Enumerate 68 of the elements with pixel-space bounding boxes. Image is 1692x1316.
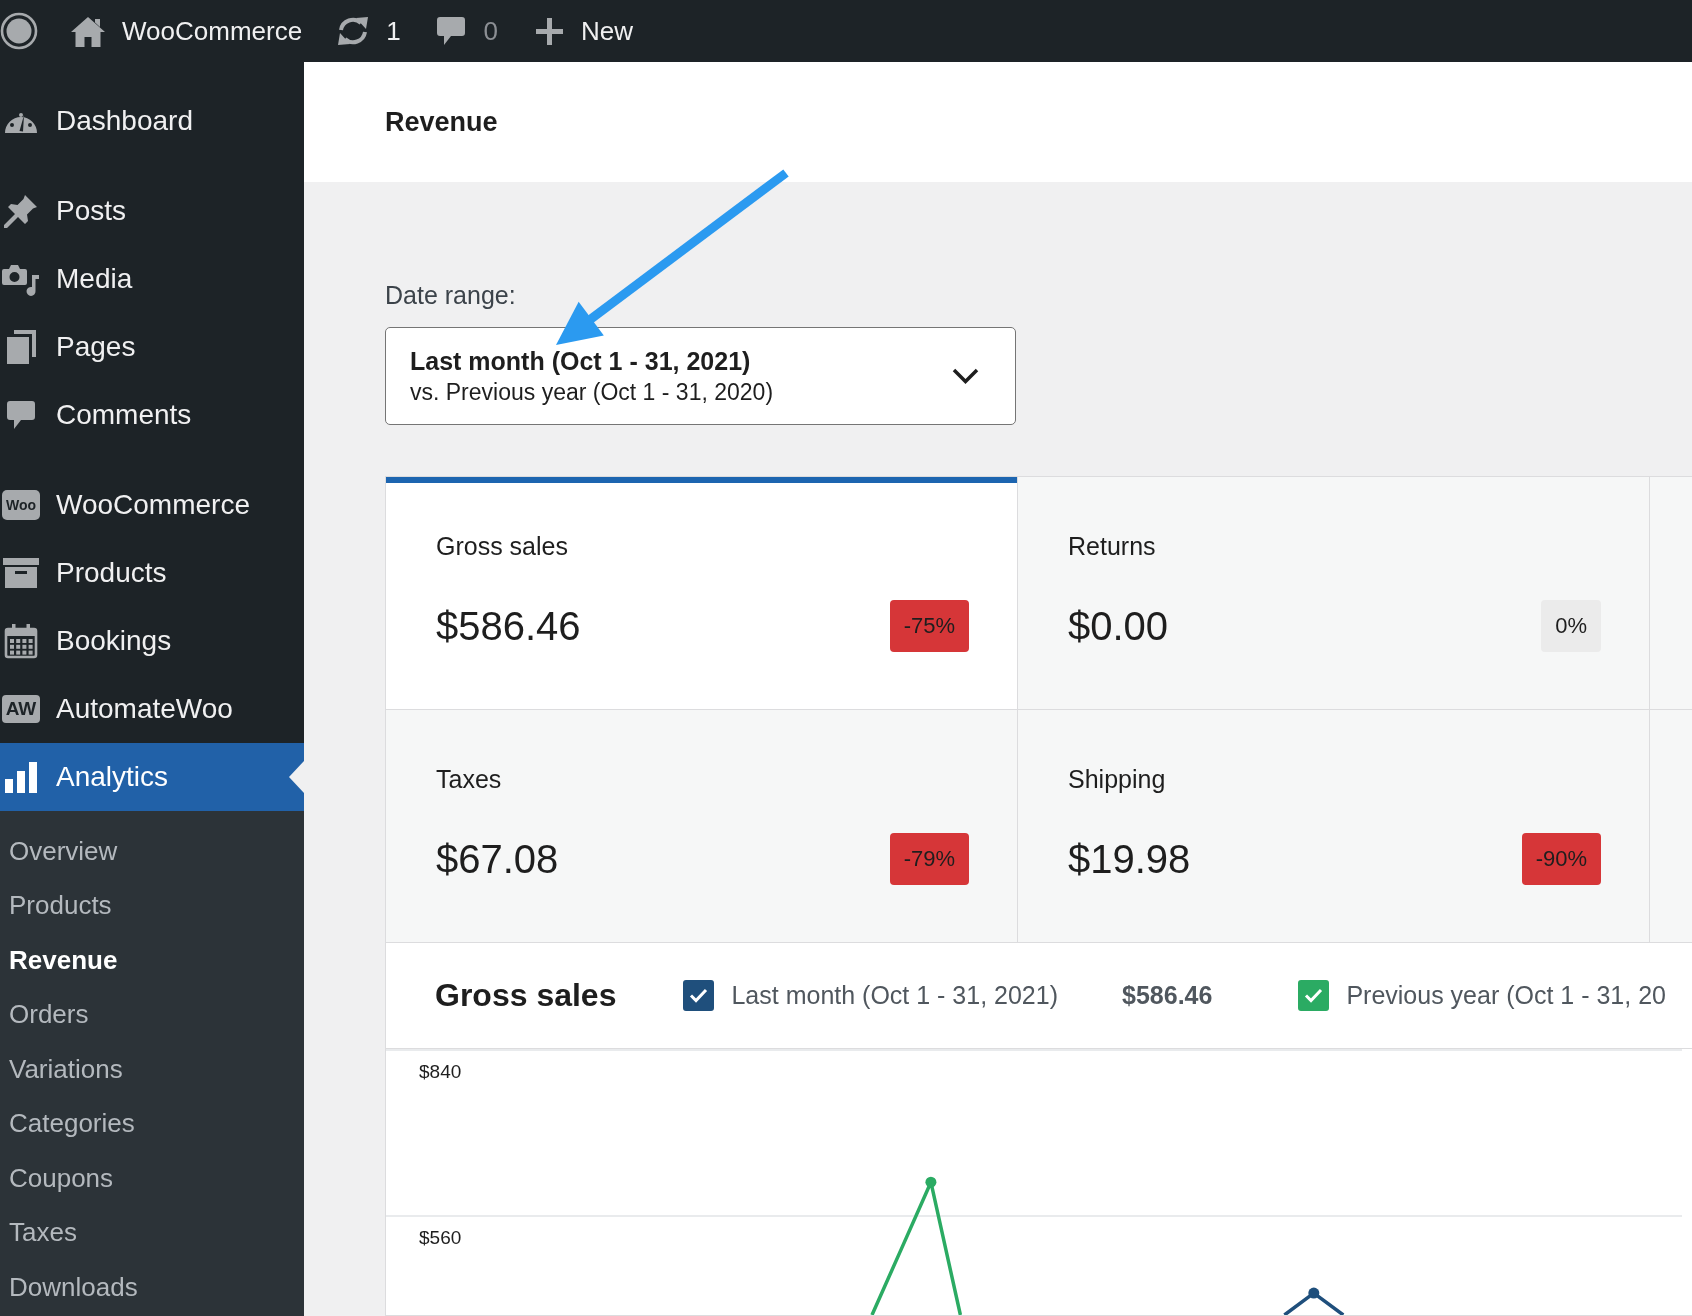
menu-item[interactable]: Products bbox=[0, 539, 304, 607]
logo-icon[interactable] bbox=[0, 12, 38, 50]
pages-icon bbox=[4, 329, 38, 365]
change-badge: -79% bbox=[889, 833, 969, 885]
updates-link[interactable]: 1 bbox=[336, 11, 401, 51]
metric-value: $19.98 bbox=[1068, 836, 1191, 883]
legend-label: Previous year (Oct 1 - 31, 20 bbox=[1346, 981, 1666, 1010]
menu-item[interactable]: Pages bbox=[0, 313, 304, 381]
submenu-item[interactable]: Orders bbox=[0, 987, 304, 1042]
checkbox[interactable] bbox=[683, 980, 715, 1011]
archive-box-icon bbox=[3, 558, 39, 588]
submenu-item[interactable]: Products bbox=[0, 878, 304, 933]
metric-card[interactable]: Returns $0.00 0% bbox=[1018, 477, 1649, 709]
checkmark-icon bbox=[1304, 988, 1324, 1003]
chart-title: Gross sales bbox=[435, 977, 617, 1014]
change-badge: -75% bbox=[889, 600, 969, 652]
home-icon bbox=[71, 15, 105, 47]
page-title: Revenue bbox=[385, 106, 498, 138]
submenu-item[interactable]: Coupons bbox=[0, 1151, 304, 1206]
metric-value: $0.00 bbox=[1068, 603, 1169, 650]
metric-card[interactable]: Gross sales $586.46 -75% bbox=[386, 477, 1017, 709]
pushpin-icon bbox=[3, 193, 39, 229]
metric-label: Returns bbox=[1068, 531, 1156, 561]
comments-link[interactable]: 0 bbox=[435, 11, 499, 51]
metric-label: Gross sales bbox=[436, 531, 568, 561]
refresh-icon bbox=[336, 16, 371, 46]
menu-item[interactable]: Comments bbox=[0, 381, 304, 449]
submenu-item[interactable]: Categories bbox=[0, 1096, 304, 1151]
metric-value: $586.46 bbox=[436, 603, 581, 650]
date-range-dropdown[interactable]: Last month (Oct 1 - 31, 2021) vs. Previous year (Oct 1 - 31, 2020) bbox=[385, 327, 1016, 425]
submenu-item[interactable]: Variations bbox=[0, 1042, 304, 1097]
chevron-down-icon bbox=[952, 368, 979, 384]
aw-logo-icon: AW bbox=[2, 695, 40, 723]
speech-bubble-icon bbox=[6, 400, 36, 430]
menu-item[interactable]: Posts bbox=[0, 177, 304, 245]
data-point[interactable] bbox=[1308, 1287, 1320, 1299]
menu-item[interactable]: AW AutomateWoo bbox=[0, 675, 304, 743]
menu-item[interactable]: Woo WooCommerce bbox=[0, 471, 304, 539]
menu-pointer-icon bbox=[289, 761, 304, 793]
speech-bubble-icon bbox=[435, 16, 466, 46]
metric-label: Taxes bbox=[436, 764, 502, 794]
calendar-icon bbox=[4, 623, 38, 659]
metric-label: Shipping bbox=[1068, 764, 1166, 794]
menu-item[interactable]: Dashboard bbox=[0, 87, 304, 155]
plus-icon bbox=[536, 17, 564, 45]
y-tick-label: $560 bbox=[419, 1227, 462, 1248]
new-link[interactable]: New bbox=[536, 11, 634, 51]
y-tick-label: $840 bbox=[419, 1060, 462, 1082]
checkmark-icon bbox=[689, 988, 709, 1003]
site-link[interactable]: WooCommerce bbox=[71, 11, 303, 51]
bar-chart-icon bbox=[4, 761, 38, 793]
woo-logo-icon: Woo bbox=[2, 490, 40, 520]
submenu-item[interactable]: Downloads bbox=[0, 1260, 304, 1315]
metric-card[interactable]: Taxes $67.08 -79% bbox=[386, 710, 1017, 942]
change-badge: 0% bbox=[1541, 600, 1601, 652]
metric-value: $67.08 bbox=[436, 836, 559, 883]
menu-item[interactable]: Media bbox=[0, 245, 304, 313]
menu-item[interactable]: Analytics bbox=[0, 743, 304, 811]
legend-label: Last month (Oct 1 - 31, 2021) bbox=[731, 981, 1058, 1010]
submenu-item[interactable]: Revenue bbox=[0, 933, 304, 988]
metric-card[interactable]: Shipping $19.98 -90% bbox=[1018, 710, 1649, 942]
change-badge: -90% bbox=[1521, 833, 1601, 885]
field-label: Date range: bbox=[385, 280, 516, 310]
checkbox[interactable] bbox=[1298, 980, 1330, 1011]
submenu-item[interactable]: Overview bbox=[0, 824, 304, 879]
submenu-item[interactable]: Taxes bbox=[0, 1205, 304, 1260]
legend-total: $586.46 bbox=[1122, 981, 1213, 1010]
menu-item[interactable]: Bookings bbox=[0, 607, 304, 675]
